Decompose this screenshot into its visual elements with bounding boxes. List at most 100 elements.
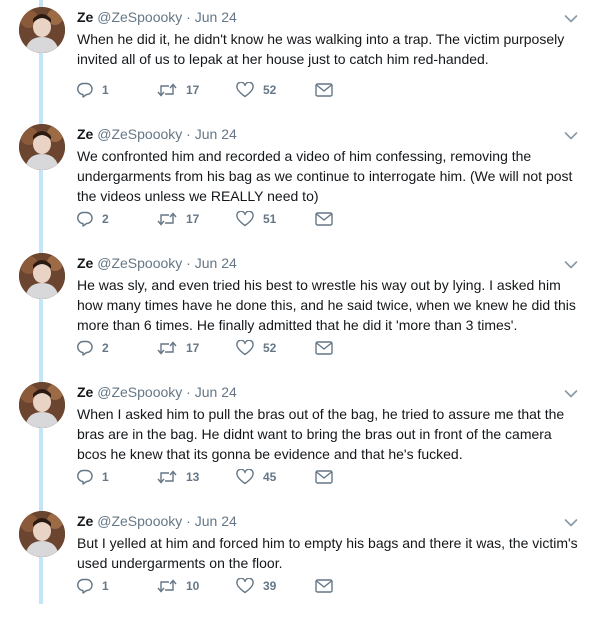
- separator-dot: ·: [186, 126, 191, 142]
- heart-icon: [236, 340, 254, 356]
- like-count: 51: [263, 212, 277, 226]
- direct-message-button[interactable]: [315, 467, 333, 487]
- tweet[interactable]: Ze @ZeSpoooky · Jun 24 When he did it, h…: [0, 0, 598, 129]
- tweet[interactable]: Ze @ZeSpoooky · Jun 24 When I asked him …: [0, 375, 598, 504]
- tweet-text: When I asked him to pull the bras out of…: [77, 406, 565, 462]
- like-count: 52: [263, 341, 277, 355]
- reply-count: 1: [102, 83, 109, 97]
- reply-icon: [77, 340, 93, 356]
- heart-icon: [236, 82, 254, 98]
- envelope-icon: [315, 83, 333, 97]
- tweet-actions: 1 17 52: [77, 80, 407, 100]
- retweet-button[interactable]: 13: [157, 467, 199, 487]
- reply-icon: [77, 211, 93, 227]
- reply-icon: [77, 469, 93, 485]
- like-button[interactable]: 51: [236, 209, 276, 229]
- user-handle[interactable]: @ZeSpoooky: [97, 384, 182, 400]
- tweet-actions: 1 13 45: [77, 467, 407, 487]
- avatar[interactable]: [19, 124, 65, 170]
- avatar[interactable]: [19, 511, 65, 557]
- separator-dot: ·: [186, 513, 191, 529]
- chevron-down-icon[interactable]: [564, 128, 578, 140]
- reply-count: 2: [102, 212, 109, 226]
- tweet-actions: 2 17 52: [77, 338, 407, 358]
- retweet-button[interactable]: 17: [157, 338, 199, 358]
- avatar[interactable]: [19, 253, 65, 299]
- direct-message-button[interactable]: [315, 80, 333, 100]
- reply-button[interactable]: 1: [77, 80, 109, 100]
- tweet-date[interactable]: Jun 24: [195, 9, 237, 25]
- tweet-text: He was sly, and even tried his best to w…: [77, 277, 576, 333]
- chevron-down-icon[interactable]: [564, 386, 578, 398]
- separator-dot: ·: [186, 9, 191, 25]
- direct-message-button[interactable]: [315, 576, 333, 596]
- like-button[interactable]: 52: [236, 338, 276, 358]
- tweet-date[interactable]: Jun 24: [195, 126, 237, 142]
- tweet-header: Ze @ZeSpoooky · Jun 24: [77, 124, 237, 144]
- retweet-icon: [157, 340, 177, 356]
- retweet-icon: [157, 82, 177, 98]
- display-name[interactable]: Ze: [77, 255, 93, 271]
- reply-button[interactable]: 1: [77, 467, 109, 487]
- retweet-icon: [157, 469, 177, 485]
- separator-dot: ·: [186, 255, 191, 271]
- like-button[interactable]: 52: [236, 80, 276, 100]
- retweet-count: 17: [186, 212, 200, 226]
- chevron-down-icon[interactable]: [564, 11, 578, 23]
- tweet-header: Ze @ZeSpoooky · Jun 24: [77, 7, 237, 27]
- like-button[interactable]: 39: [236, 576, 276, 596]
- tweet-date[interactable]: Jun 24: [195, 255, 237, 271]
- user-handle[interactable]: @ZeSpoooky: [97, 255, 182, 271]
- tweet[interactable]: Ze @ZeSpoooky · Jun 24 But I yelled at h…: [0, 504, 598, 633]
- chevron-down-icon[interactable]: [564, 257, 578, 269]
- tweet-actions: 1 10 39: [77, 576, 407, 596]
- heart-icon: [236, 211, 254, 227]
- heart-icon: [236, 578, 254, 594]
- retweet-count: 13: [186, 470, 200, 484]
- envelope-icon: [315, 470, 333, 484]
- display-name[interactable]: Ze: [77, 126, 93, 142]
- user-handle[interactable]: @ZeSpoooky: [97, 126, 182, 142]
- direct-message-button[interactable]: [315, 338, 333, 358]
- retweet-button[interactable]: 17: [157, 80, 199, 100]
- retweet-icon: [157, 578, 177, 594]
- reply-count: 1: [102, 579, 109, 593]
- tweet[interactable]: Ze @ZeSpoooky · Jun 24 We confronted him…: [0, 117, 598, 246]
- chevron-down-icon[interactable]: [564, 515, 578, 527]
- display-name[interactable]: Ze: [77, 384, 93, 400]
- user-handle[interactable]: @ZeSpoooky: [97, 513, 182, 529]
- display-name[interactable]: Ze: [77, 513, 93, 529]
- reply-count: 2: [102, 341, 109, 355]
- tweet-actions: 2 17 51: [77, 209, 407, 229]
- like-count: 39: [263, 579, 277, 593]
- like-button[interactable]: 45: [236, 467, 276, 487]
- reply-button[interactable]: 2: [77, 209, 109, 229]
- tweet-text: We confronted him and recorded a video o…: [77, 148, 573, 204]
- reply-icon: [77, 82, 93, 98]
- retweet-count: 10: [186, 579, 200, 593]
- tweet-header: Ze @ZeSpoooky · Jun 24: [77, 253, 237, 273]
- like-count: 52: [263, 83, 277, 97]
- user-handle[interactable]: @ZeSpoooky: [97, 9, 182, 25]
- tweet-text: When he did it, he didn't know he was wa…: [77, 31, 565, 67]
- tweet[interactable]: Ze @ZeSpoooky · Jun 24 He was sly, and e…: [0, 246, 598, 375]
- reply-button[interactable]: 2: [77, 338, 109, 358]
- display-name[interactable]: Ze: [77, 9, 93, 25]
- tweet-date[interactable]: Jun 24: [195, 384, 237, 400]
- direct-message-button[interactable]: [315, 209, 333, 229]
- like-count: 45: [263, 470, 277, 484]
- tweet-text: But I yelled at him and forced him to em…: [77, 535, 578, 571]
- avatar[interactable]: [19, 382, 65, 428]
- retweet-button[interactable]: 17: [157, 209, 199, 229]
- heart-icon: [236, 469, 254, 485]
- avatar[interactable]: [19, 7, 65, 53]
- retweet-count: 17: [186, 83, 200, 97]
- reply-button[interactable]: 1: [77, 576, 109, 596]
- separator-dot: ·: [186, 384, 191, 400]
- envelope-icon: [315, 341, 333, 355]
- reply-icon: [77, 578, 93, 594]
- tweet-date[interactable]: Jun 24: [195, 513, 237, 529]
- retweet-button[interactable]: 10: [157, 576, 199, 596]
- envelope-icon: [315, 579, 333, 593]
- tweet-header: Ze @ZeSpoooky · Jun 24: [77, 382, 237, 402]
